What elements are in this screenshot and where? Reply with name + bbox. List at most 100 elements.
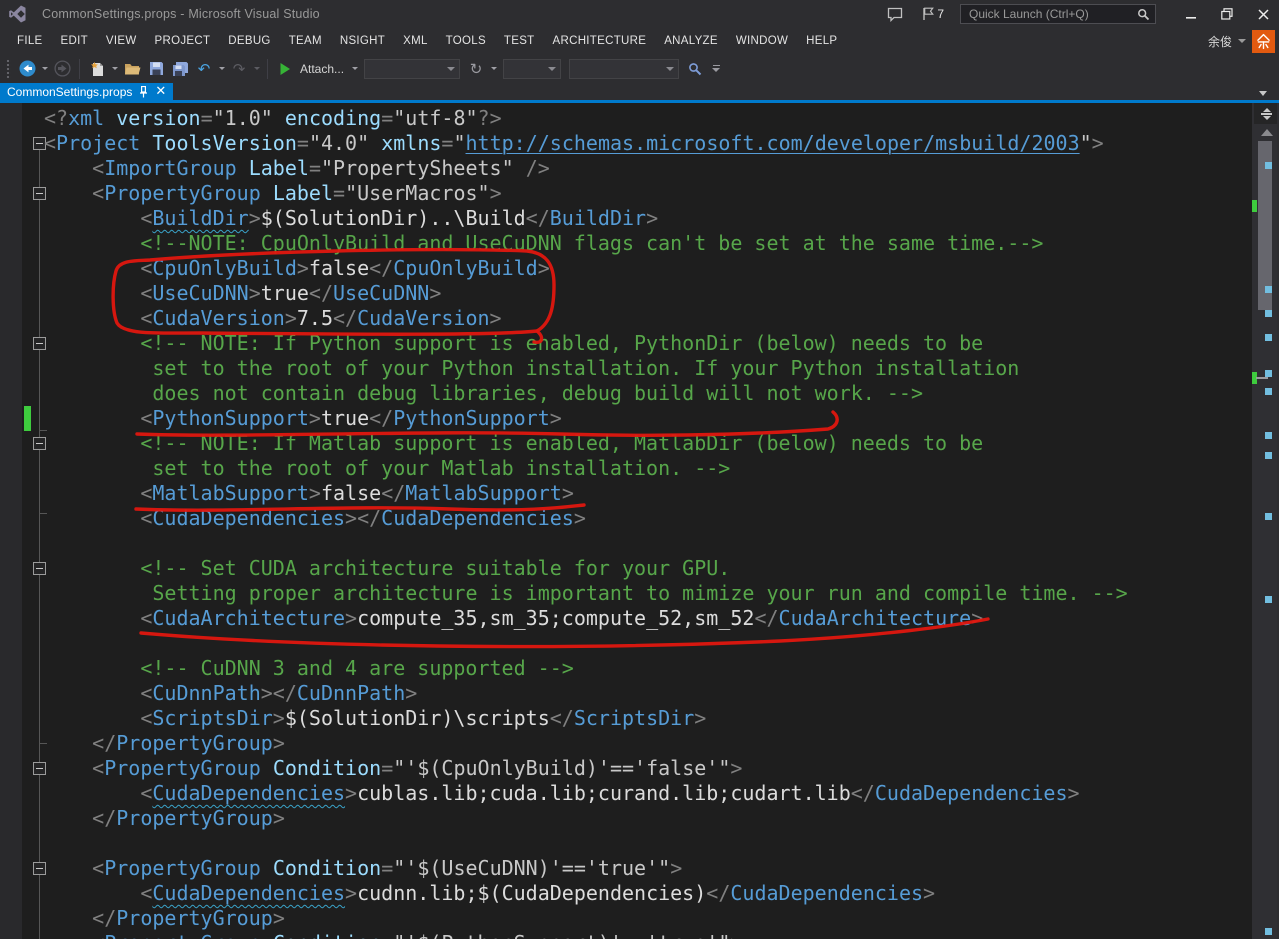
code-line[interactable]: </PropertyGroup> [0,731,1254,756]
menu-item-edit[interactable]: EDIT [52,28,97,54]
code-line[interactable]: <ScriptsDir>$(SolutionDir)\scripts</Scri… [0,706,1254,731]
code-line[interactable]: set to the root of your Python installat… [0,356,1254,381]
undo-dropdown[interactable] [217,58,226,80]
code-line[interactable]: <CuDnnPath></CuDnnPath> [0,681,1254,706]
save-button[interactable] [145,58,167,80]
menu-item-help[interactable]: HELP [797,28,846,54]
attach-dropdown[interactable] [350,58,359,80]
menu-item-file[interactable]: FILE [8,28,52,54]
undo-button[interactable]: ↶ [193,58,215,80]
code-line[interactable]: <PropertyGroup Condition="'$(UseCuDNN)'=… [0,856,1254,881]
code-editor[interactable]: <?xml version="1.0" encoding="utf-8"?> <P… [0,103,1279,939]
code-line[interactable]: <PythonSupport>true</PythonSupport> [0,406,1254,431]
redo-dropdown[interactable] [252,58,261,80]
scrollbar-mark-blue [1265,370,1272,377]
open-folder-icon [124,63,140,74]
quick-launch-input[interactable]: Quick Launch (Ctrl+Q) [960,4,1156,24]
code-line[interactable]: <Project ToolsVersion="4.0" xmlns="http:… [0,131,1254,156]
navigate-forward-button[interactable] [51,58,73,80]
code-line[interactable]: <!--NOTE: CpuOnlyBuild and UseCuDNN flag… [0,231,1254,256]
code-line[interactable]: <BuildDir>$(SolutionDir)..\Build</BuildD… [0,206,1254,231]
avatar-glyph-icon [1257,33,1270,49]
feedback-button[interactable] [882,4,908,24]
attach-button[interactable] [274,58,296,80]
find-in-files-button[interactable] [684,58,706,80]
code-line[interactable]: <CudaDependencies>cudnn.lib;$(CudaDepend… [0,881,1254,906]
menu-item-team[interactable]: TEAM [280,28,331,54]
title-bar: CommonSettings.props - Microsoft Visual … [0,0,1279,28]
visual-studio-logo-icon [9,5,26,23]
platform-combobox[interactable] [503,58,562,79]
restore-button[interactable] [1216,5,1238,23]
menu-item-tools[interactable]: TOOLS [437,28,495,54]
code-line[interactable]: </PropertyGroup> [0,906,1254,931]
save-icon [149,62,163,75]
scrollbar-up-arrow[interactable] [1261,129,1273,136]
code-line[interactable]: <UseCuDNN>true</UseCuDNN> [0,281,1254,306]
code-line[interactable]: <CudaArchitecture>compute_35,sm_35;compu… [0,606,1254,631]
code-line[interactable]: <CudaDependencies>cublas.lib;cuda.lib;cu… [0,781,1254,806]
code-line[interactable]: does not contain debug libraries, debug … [0,381,1254,406]
code-line[interactable]: <!-- NOTE: If Python support is enabled,… [0,331,1254,356]
attach-label[interactable]: Attach... [300,62,344,76]
tab-close-icon[interactable]: ✕ [155,85,166,98]
close-icon [1257,8,1269,20]
refresh-dropdown[interactable] [489,58,498,80]
code-line[interactable]: <PropertyGroup Label="UserMacros"> [0,181,1254,206]
open-file-button[interactable] [121,58,143,80]
avatar[interactable] [1252,29,1275,53]
toolbar-overflow-button[interactable] [712,65,721,72]
forward-arrow-icon [53,60,71,77]
pin-icon[interactable] [139,85,148,98]
code-line[interactable]: <PropertyGroup Condition="'$(PythonSuppo… [0,931,1254,939]
find-combobox[interactable] [569,58,680,79]
menu-item-debug[interactable]: DEBUG [219,28,279,54]
navigate-back-button[interactable] [16,58,38,80]
tab-list-dropdown-icon[interactable] [1259,91,1267,96]
menu-item-xml[interactable]: XML [394,28,437,54]
toolbar-grip[interactable] [6,58,11,79]
menu-item-window[interactable]: WINDOW [727,28,797,54]
code-line[interactable]: <!-- Set CUDA architecture suitable for … [0,556,1254,581]
minimize-button[interactable] [1180,5,1202,23]
flag-icon [923,7,935,20]
menu-item-architecture[interactable]: ARCHITECTURE [544,28,656,54]
redo-button[interactable]: ↷ [228,58,250,80]
new-file-dropdown[interactable] [110,58,119,80]
save-all-button[interactable] [169,58,191,80]
toolbar-separator [79,58,80,79]
code-line[interactable]: set to the root of your Matlab installat… [0,456,1254,481]
code-line[interactable]: <?xml version="1.0" encoding="utf-8"?> [0,106,1254,131]
refresh-button[interactable]: ↻ [465,58,487,80]
code-line[interactable] [0,631,1254,656]
code-line[interactable]: <CudaVersion>7.5</CudaVersion> [0,306,1254,331]
code-line[interactable] [0,831,1254,856]
notifications-button[interactable]: 7 [922,7,944,21]
quick-launch-placeholder: Quick Launch (Ctrl+Q) [969,7,1089,21]
close-button[interactable] [1252,5,1274,23]
menu-item-view[interactable]: VIEW [97,28,146,54]
vertical-scrollbar[interactable] [1252,103,1277,939]
start-debug-icon [280,62,290,75]
code-line[interactable]: Setting proper architecture is important… [0,581,1254,606]
code-line[interactable]: <CpuOnlyBuild>false</CpuOnlyBuild> [0,256,1254,281]
account-widget[interactable]: 余俊 [1208,29,1279,53]
code-line[interactable]: <PropertyGroup Condition="'$(CpuOnlyBuil… [0,756,1254,781]
tab-commonsettings-props[interactable]: CommonSettings.props ✕ [0,83,174,100]
code-line[interactable]: <ImportGroup Label="PropertySheets" /> [0,156,1254,181]
code-line[interactable]: <!-- CuDNN 3 and 4 are supported --> [0,656,1254,681]
code-line[interactable]: <!-- NOTE: If Matlab support is enabled,… [0,431,1254,456]
menu-item-test[interactable]: TEST [495,28,544,54]
code-line[interactable] [0,531,1254,556]
code-line[interactable]: </PropertyGroup> [0,806,1254,831]
menu-item-nsight[interactable]: NSIGHT [331,28,394,54]
navigate-back-dropdown[interactable] [40,58,49,80]
code-line[interactable]: <MatlabSupport>false</MatlabSupport> [0,481,1254,506]
solution-configurations-combobox[interactable] [364,58,461,79]
menu-item-project[interactable]: PROJECT [146,28,220,54]
menu-item-analyze[interactable]: ANALYZE [655,28,727,54]
new-file-button[interactable] [86,58,108,80]
scrollbar-mark-blue [1265,162,1272,169]
split-editor-handle[interactable] [1254,103,1279,124]
code-line[interactable]: <CudaDependencies></CudaDependencies> [0,506,1254,531]
